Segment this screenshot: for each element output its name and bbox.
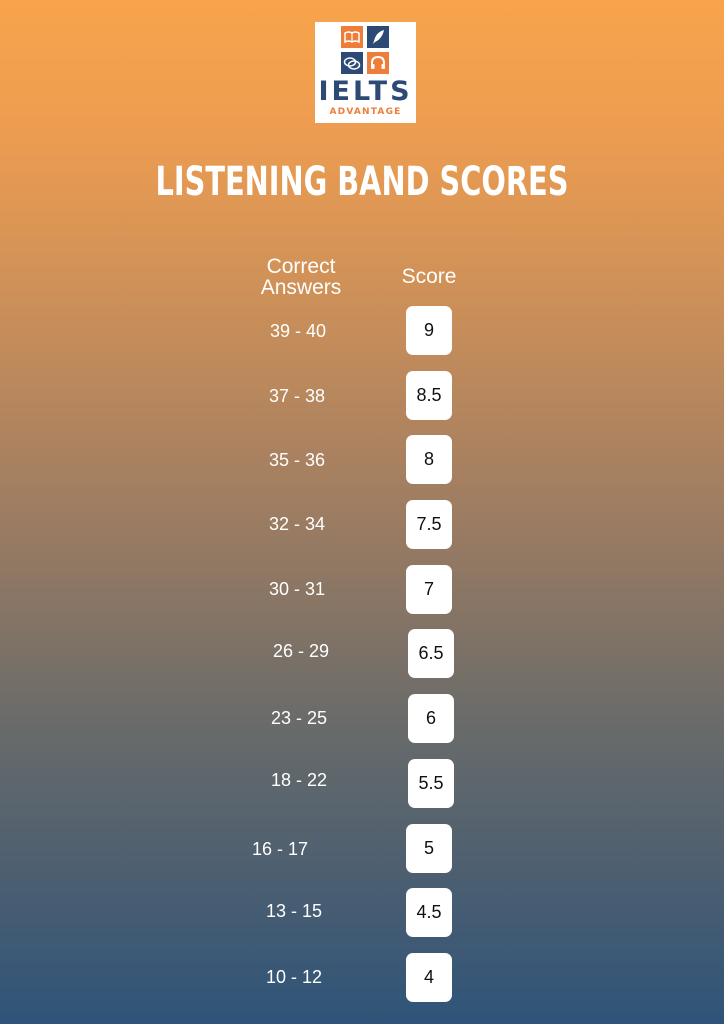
band-score-box: 8.5 (406, 371, 452, 420)
band-score-box: 6.5 (408, 629, 454, 678)
correct-answers-range: 18 - 22 (270, 770, 328, 790)
correct-answers-range: 13 - 15 (265, 901, 323, 921)
correct-answers-range: 39 - 40 (269, 321, 327, 341)
page-title: LISTENING BAND SCORES (155, 159, 569, 205)
correct-answers-range: 32 - 34 (268, 514, 326, 534)
correct-answers-range: 30 - 31 (268, 579, 326, 599)
band-score-box: 4 (406, 953, 452, 1002)
band-score-box: 5 (406, 824, 452, 873)
header-correct-answers: Correct Answers (260, 255, 342, 299)
quill-icon (367, 26, 389, 48)
correct-answers-range: 10 - 12 (265, 967, 323, 987)
logo-subtitle: ADVANTAGE (329, 107, 402, 117)
book-icon (341, 26, 363, 48)
band-score-box: 6 (408, 694, 454, 743)
correct-answers-range: 35 - 36 (268, 450, 326, 470)
correct-answers-range: 37 - 38 (268, 386, 326, 406)
logo-icon-grid (341, 26, 389, 74)
correct-answers-range: 26 - 29 (272, 641, 330, 661)
band-score-box: 5.5 (408, 759, 454, 808)
band-score-box: 7 (406, 565, 452, 614)
logo-wordmark: IELTS (318, 76, 413, 107)
correct-answers-range: 23 - 25 (270, 708, 328, 728)
correct-answers-range: 16 - 17 (251, 839, 309, 859)
band-score-box: 4.5 (406, 888, 452, 937)
band-score-box: 9 (406, 306, 452, 355)
ielts-advantage-logo: IELTS ADVANTAGE (315, 22, 416, 123)
header-score: Score (401, 265, 457, 288)
headphones-icon (367, 52, 389, 74)
speech-bubbles-icon (341, 52, 363, 74)
band-score-box: 7.5 (406, 500, 452, 549)
band-score-box: 8 (406, 435, 452, 484)
